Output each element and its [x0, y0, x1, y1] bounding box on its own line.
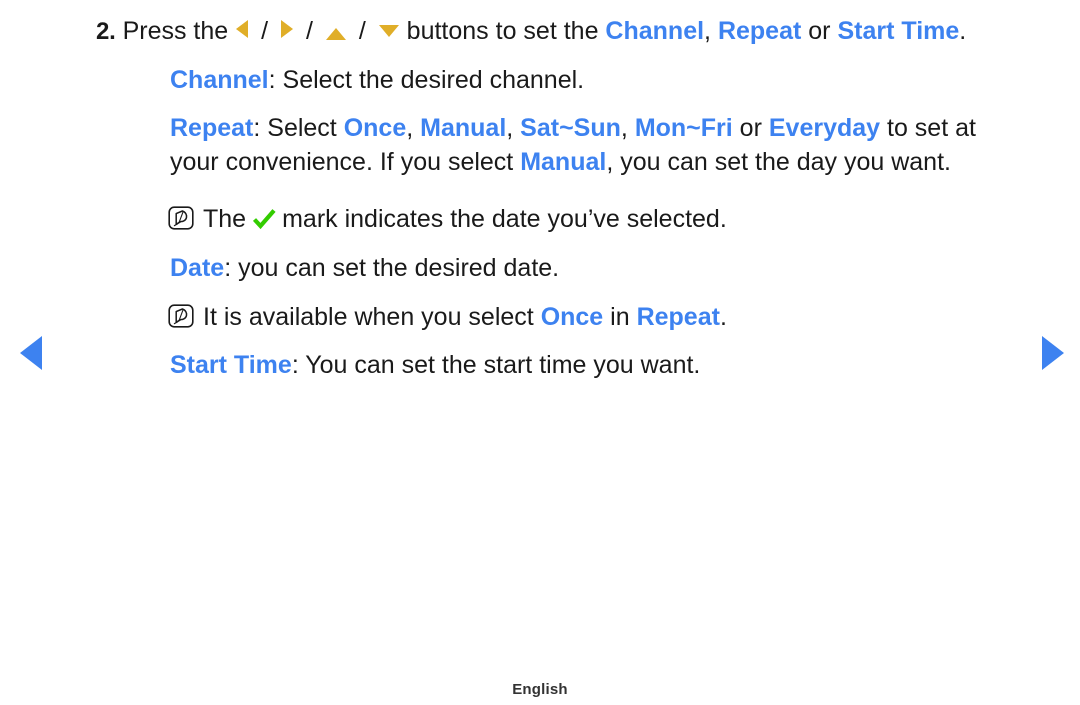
channel-description-text: : Select the desired channel.	[268, 66, 585, 94]
manual-page: 2. Press the / / / buttons to set the Ch…	[0, 0, 1080, 705]
option-everyday: Everyday	[768, 114, 881, 142]
keyword-repeat: Repeat	[170, 114, 254, 142]
keyword-channel: Channel	[605, 17, 705, 45]
punct-sep-3: ,	[620, 114, 635, 142]
glyph-separator-3: /	[358, 17, 366, 45]
repeat-line2-pre: your convenience. If you select	[170, 148, 521, 176]
note-check-post: mark indicates the date you’ve selected.	[282, 205, 727, 233]
footer-language: English	[512, 681, 568, 698]
note-check-pre: The	[203, 205, 247, 233]
punct-comma-1: ,	[704, 17, 711, 45]
note-once-mid: in	[603, 303, 637, 331]
note-once-availability: It is available when you select Once in …	[168, 300, 1048, 334]
start-time-description: Start Time: You can set the start time y…	[170, 348, 1070, 382]
punct-sep-1: ,	[406, 114, 421, 142]
check-mark-icon	[251, 206, 277, 230]
previous-page-button[interactable]	[14, 336, 48, 370]
option-mon-fri: Mon~Fri	[634, 114, 733, 142]
keyword-repeat: Repeat	[717, 17, 802, 45]
punct-sep-2: ,	[506, 114, 521, 142]
step-number: 2.	[96, 18, 116, 45]
keyword-channel: Channel	[170, 66, 269, 94]
keyword-start-time: Start Time	[170, 351, 292, 379]
glyph-separator-1: /	[261, 17, 269, 45]
punct-period-1: .	[959, 17, 967, 45]
step-press-the: Press the	[122, 17, 229, 45]
note-icon	[168, 303, 194, 328]
arrow-right-icon	[281, 20, 293, 38]
keyword-date: Date	[170, 254, 225, 282]
note-once-post: .	[719, 303, 727, 331]
step-or: or	[808, 17, 831, 45]
repeat-description: Repeat: Select Once, Manual, Sat~Sun, Mo…	[170, 111, 1010, 179]
arrow-down-icon	[378, 25, 399, 37]
note-check-mark: The mark indicates the date you’ve select…	[168, 202, 1048, 236]
start-time-description-text: : You can set the start time you want.	[291, 351, 701, 379]
note-once-pre: It is available when you select	[203, 303, 541, 331]
step-buttons-to-set: buttons to set the	[406, 17, 599, 45]
repeat-tail: to set at	[880, 114, 976, 142]
glyph-separator-2: /	[305, 17, 313, 45]
arrow-up-icon	[325, 28, 346, 40]
option-sat-sun: Sat~Sun	[520, 114, 621, 142]
arrow-left-icon	[20, 336, 42, 370]
date-description-text: : you can set the desired date.	[224, 254, 560, 282]
keyword-repeat: Repeat	[636, 303, 720, 331]
option-once: Once	[540, 303, 604, 331]
channel-description: Channel: Select the desired channel.	[170, 63, 1070, 97]
repeat-or: or	[732, 114, 769, 142]
step-2-instruction: 2. Press the / / / buttons to set the Ch…	[96, 14, 1036, 49]
arrow-left-icon	[236, 20, 249, 38]
keyword-start-time: Start Time	[837, 17, 960, 45]
repeat-line2-post: , you can set the day you want.	[606, 148, 951, 176]
keyword-manual: Manual	[520, 148, 607, 176]
repeat-select-text: : Select	[253, 114, 344, 142]
date-description: Date: you can set the desired date.	[170, 251, 1070, 285]
option-manual: Manual	[420, 114, 507, 142]
note-icon	[168, 205, 194, 230]
option-once: Once	[343, 114, 407, 142]
